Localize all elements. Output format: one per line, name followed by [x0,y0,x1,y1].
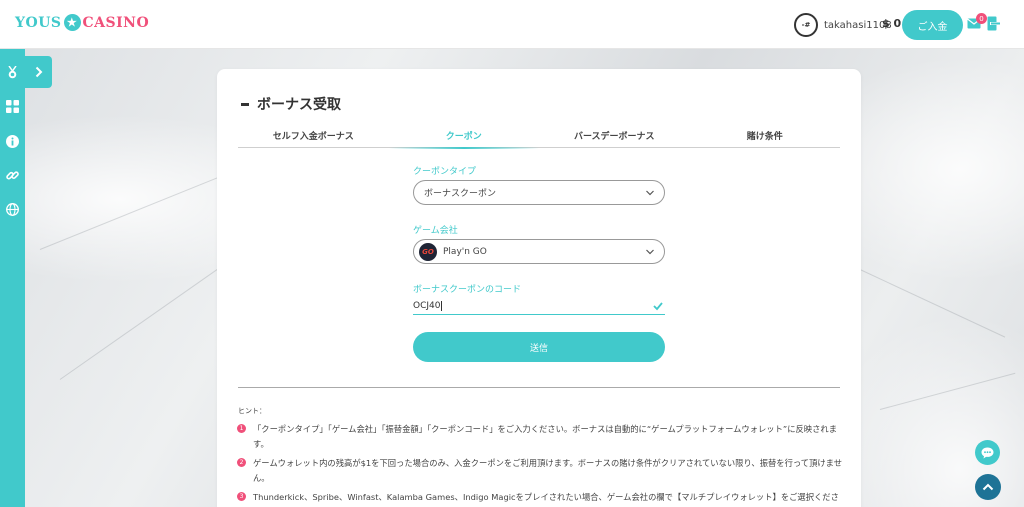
grid-icon[interactable] [6,100,19,113]
logout-icon[interactable] [987,16,1000,31]
hint-text: 「クーポンタイプ」「ゲーム会社」「振替金額」「クーポンコード」をご入力ください。… [253,424,837,449]
chevron-down-icon [646,190,654,196]
coupon-form: クーポンタイプ ボーナスクーポン ゲーム会社 GO Play'n GO ボーナス… [413,164,665,362]
tab-wagering-requirements[interactable]: 賭け条件 [690,127,841,147]
hint-text: Thunderkick、Spribe、Winfast、Kalamba Games… [253,492,839,502]
info-icon[interactable] [6,135,19,148]
link-icon[interactable] [6,169,19,182]
hint-text: ゲームウォレット内の残高が$1を下回った場合のみ、入金クーポンをご利用頂けます。… [253,458,843,483]
chat-button[interactable] [975,440,1000,465]
chevron-right-icon [35,66,42,78]
hint-title: ヒント： [238,407,266,415]
coupon-type-label: クーポンタイプ [413,167,477,177]
tab-self-deposit-bonus[interactable]: セルフ入金ボーナス [238,127,389,147]
text-caret [441,301,443,311]
user-profile[interactable]: -# takahasi1108 [794,13,892,37]
mail-count-badge: 0 [976,13,987,24]
coupon-code-input[interactable]: OCJ40 [413,298,665,315]
deposit-button[interactable]: ご入金 [902,10,963,40]
chat-bubble-icon [981,447,994,458]
coupon-type-value: ボーナスクーポン [424,189,497,199]
hint-number-badge: 1 [237,424,246,433]
game-provider-label: ゲーム会社 [413,226,458,236]
page-title-text: ボーナス受取 [257,97,341,113]
title-dash [241,102,249,106]
tab-birthday-bonus[interactable]: バースデーボーナス [539,127,690,147]
list-item: 1 「クーポンタイプ」「ゲーム会社」「振替金額」「クーポンコード」をご入力くださ… [237,422,847,452]
top-header: YOUS ★ CASINO -# takahasi1108 $ 0 ご入金 0 [0,0,1024,49]
chevron-down-icon [646,249,654,255]
hint-number-badge: 3 [237,492,246,501]
globe-icon[interactable] [6,203,19,216]
list-item: 3 Thunderkick、Spribe、Winfast、Kalamba Gam… [237,490,847,507]
coupon-type-select[interactable]: ボーナスクーポン [413,180,665,205]
site-logo[interactable]: YOUS ★ CASINO [15,14,149,31]
list-item: 2 ゲームウォレット内の残高が$1を下回った場合のみ、入金クーポンをご利用頂けま… [237,456,847,486]
chevron-up-icon [982,483,994,491]
coupon-code-label: ボーナスクーポンのコード [413,285,522,295]
section-divider [238,387,840,388]
coupon-code-value: OCJ40 [413,301,441,311]
logo-text-casino: CASINO [82,14,150,31]
bonus-card: ボーナス受取 セルフ入金ボーナス クーポン バースデーボーナス 賭け条件 クーポ… [217,69,861,507]
balance-display: $ 0 [882,17,902,30]
submit-button[interactable]: 送信 [413,332,665,362]
hint-number-badge: 2 [237,458,246,467]
playngo-logo-icon: GO [419,242,437,261]
avatar[interactable]: -# [794,13,818,37]
star-icon: ★ [63,14,81,31]
page-title: ボーナス受取 [241,94,341,114]
medal-icon[interactable] [6,66,19,79]
scroll-to-top-button[interactable] [975,474,1001,500]
check-icon [653,302,663,311]
logo-text-yous: YOUS [15,14,62,31]
sidebar-toggle-button[interactable] [25,56,52,88]
left-sidebar [0,49,25,507]
game-provider-select[interactable]: GO Play'n GO [413,239,665,264]
bonus-tabs: セルフ入金ボーナス クーポン バースデーボーナス 賭け条件 [238,127,841,149]
hint-list: 1 「クーポンタイプ」「ゲーム会社」「振替金額」「クーポンコード」をご入力くださ… [237,422,847,507]
tab-coupon[interactable]: クーポン [388,127,540,149]
game-provider-value: Play'n GO [443,246,487,257]
